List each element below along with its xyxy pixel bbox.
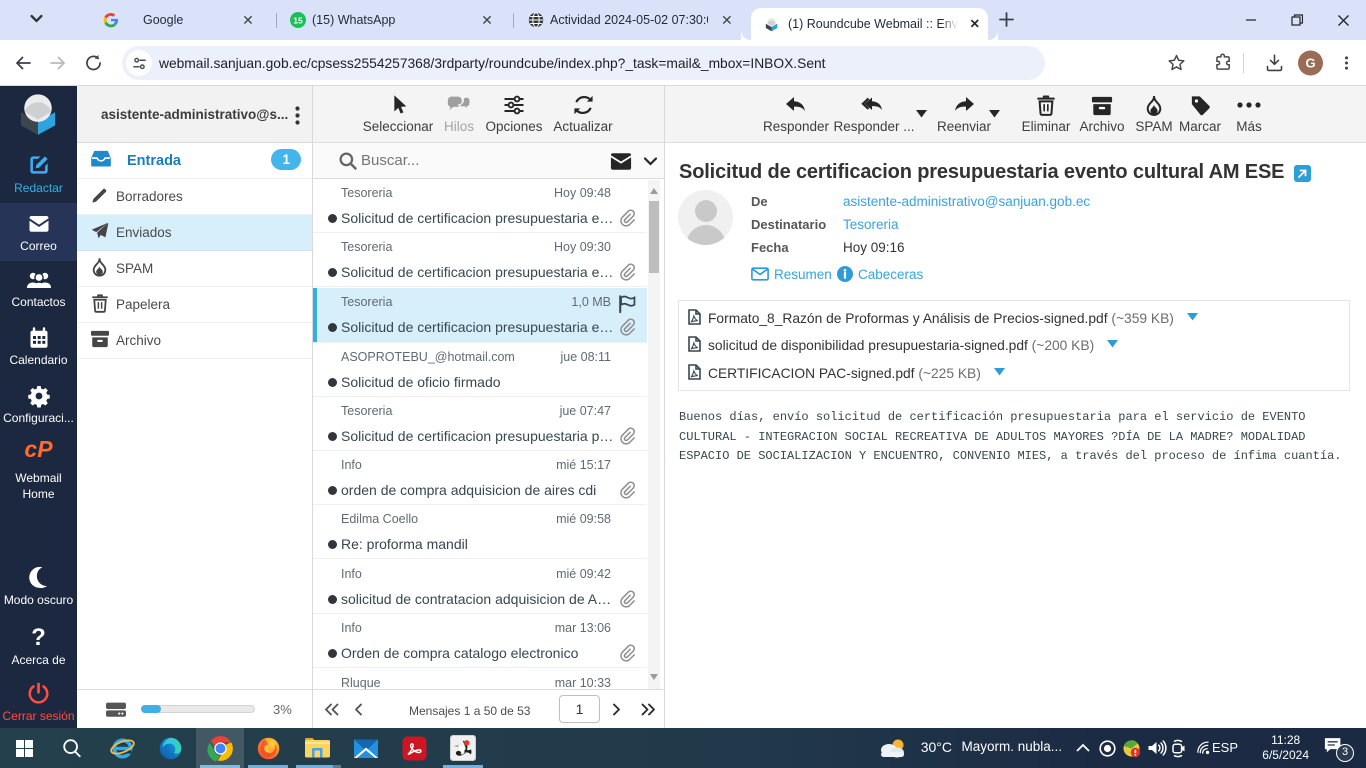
svg-text:15: 15 — [293, 15, 303, 25]
